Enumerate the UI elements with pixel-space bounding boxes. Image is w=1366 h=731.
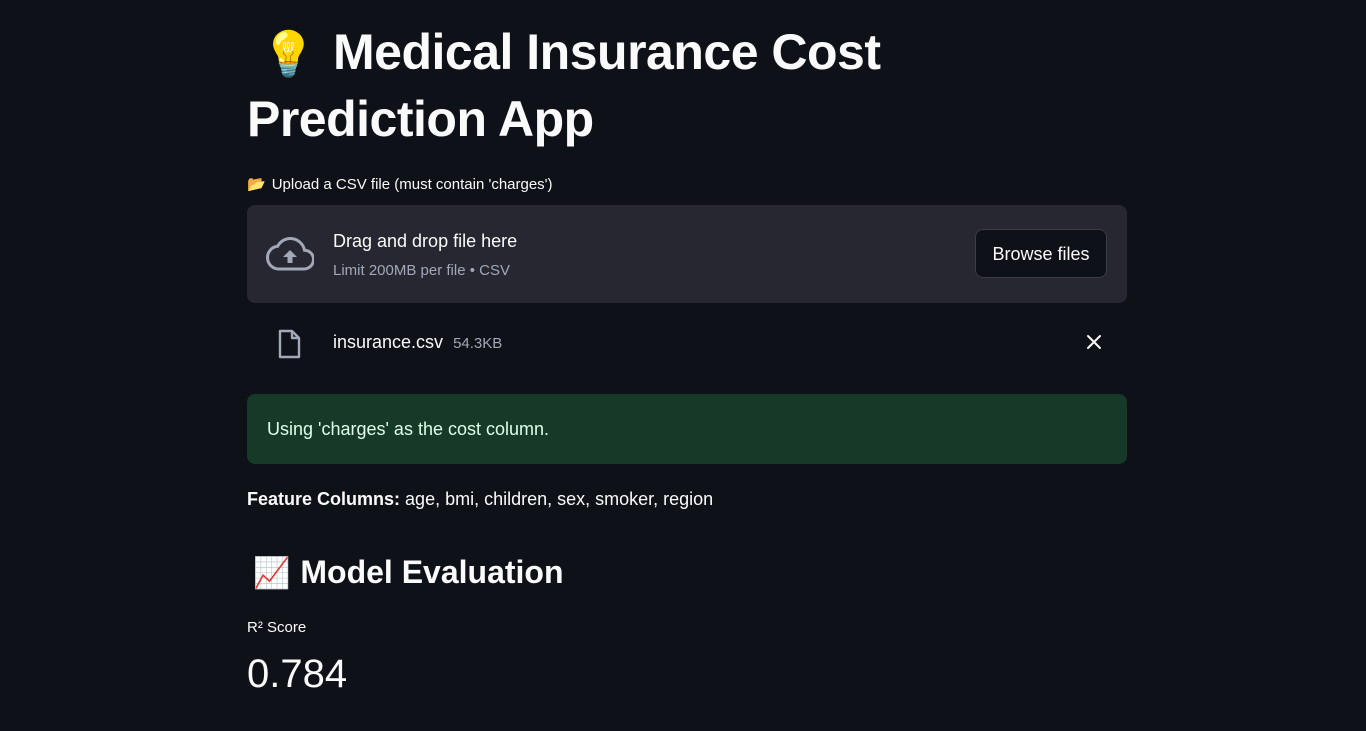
dropzone-title: Drag and drop file here	[333, 231, 518, 251]
page-title: 💡 Medical Insurance Cost Prediction App	[247, 20, 947, 151]
file-dropzone[interactable]: Drag and drop file here Limit 200MB per …	[247, 205, 1127, 303]
folder-icon: 📂	[247, 176, 266, 193]
file-uploader-label-text: Upload a CSV file (must contain 'charges…	[271, 176, 553, 193]
file-size: 54.3KB	[453, 335, 503, 352]
metric-value: 0.784	[247, 652, 348, 696]
file-uploader-label: 📂 Upload a CSV file (must contain 'charge…	[247, 174, 553, 196]
feature-columns: Feature Columns: age, bmi, children, sex…	[247, 487, 713, 511]
feature-columns-label: Feature Columns:	[247, 489, 401, 509]
page-title-text: Medical Insurance Cost Prediction App	[247, 24, 881, 147]
cloud-upload-icon	[266, 237, 314, 271]
uploaded-file-name: insurance.csv 54.3KB	[333, 330, 502, 356]
browse-files-button[interactable]: Browse files	[975, 229, 1107, 278]
metric-label: R² Score	[247, 619, 307, 636]
file-icon	[278, 329, 301, 359]
file-name-text: insurance.csv	[333, 332, 444, 352]
chart-increasing-icon: 📈	[253, 557, 291, 590]
uploaded-file-row: insurance.csv 54.3KB	[247, 320, 1127, 366]
section-title-model-evaluation: 📈 Model Evaluation	[247, 550, 564, 596]
feature-columns-value: age, bmi, children, sex, smoker, region	[405, 489, 714, 509]
success-alert: Using 'charges' as the cost column.	[247, 394, 1127, 464]
dropzone-subtitle: Limit 200MB per file • CSV	[333, 262, 510, 279]
lightbulb-icon: 💡	[261, 30, 316, 79]
section-title-text: Model Evaluation	[300, 554, 564, 590]
success-alert-text: Using 'charges' as the cost column.	[267, 419, 550, 439]
close-icon[interactable]	[1085, 333, 1103, 351]
